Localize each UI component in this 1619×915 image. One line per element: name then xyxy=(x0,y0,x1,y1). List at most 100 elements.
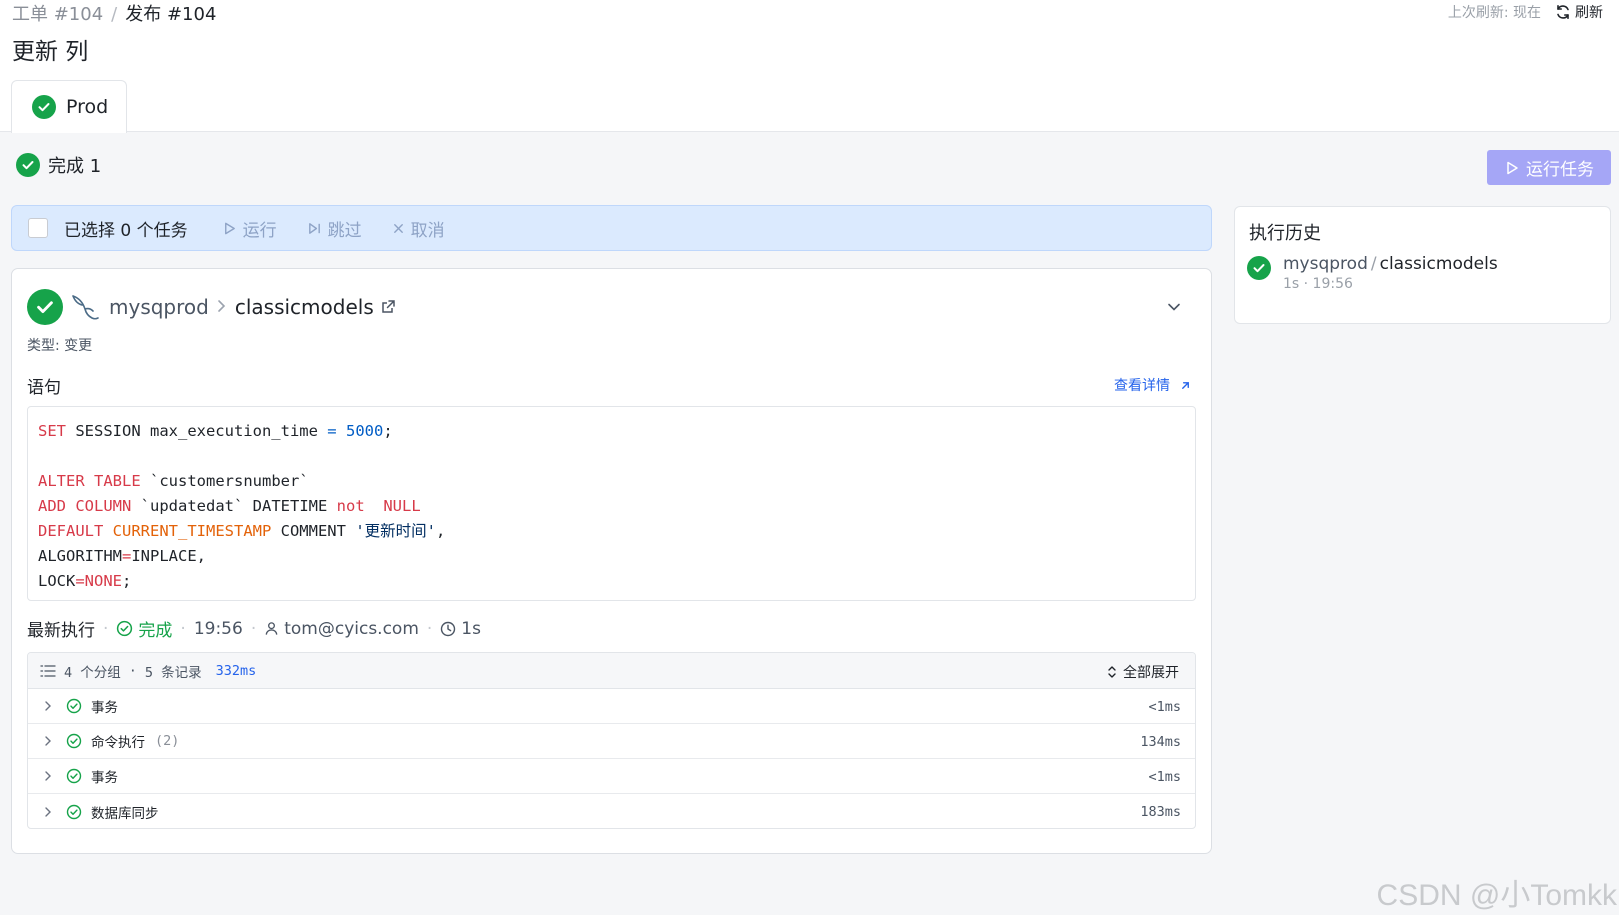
group-name: 事务 xyxy=(91,700,118,716)
groups-summary: 4 个分组 · 5 条记录 332ms 全部展开 xyxy=(28,653,1195,689)
latest-time: 19:56 xyxy=(193,618,243,639)
list-icon xyxy=(40,664,56,677)
run-selected-button[interactable]: 运行 xyxy=(222,216,277,241)
mysql-icon xyxy=(72,295,99,320)
group-name: 命令执行 xyxy=(91,735,145,751)
group-duration: 134ms xyxy=(1140,734,1181,750)
cancel-label: 取消 xyxy=(410,220,445,241)
group-duration: <1ms xyxy=(1148,699,1181,715)
sql-statement: SET SESSION max_execution_time = 5000; A… xyxy=(27,406,1196,601)
select-all-checkbox[interactable] xyxy=(28,218,48,238)
cancel-selected-button[interactable]: 取消 xyxy=(392,216,445,241)
latest-duration: 1s xyxy=(440,619,481,639)
check-circle-outline-icon xyxy=(66,768,82,784)
history-meta: 1s · 19:56 xyxy=(1283,276,1353,292)
chevron-right-icon xyxy=(45,736,51,746)
instance-link[interactable]: mysqprod xyxy=(109,295,209,319)
group-row[interactable]: 数据库同步 183ms xyxy=(28,794,1195,828)
execution-groups: 4 个分组 · 5 条记录 332ms 全部展开 事务 <1ms 命令执行 (2… xyxy=(27,652,1196,829)
collapse-toggle[interactable] xyxy=(1167,297,1181,316)
check-circle-outline-icon xyxy=(66,698,82,714)
clock-icon xyxy=(441,621,456,636)
check-circle-icon xyxy=(32,95,56,119)
refresh-icon xyxy=(1557,5,1569,19)
expand-all-button[interactable]: 全部展开 xyxy=(1107,662,1179,682)
selected-count: 已选择 0 个任务 xyxy=(64,220,188,241)
group-name: 数据库同步 xyxy=(91,805,159,822)
latest-user: tom@cyics.com xyxy=(264,619,419,639)
page-title: 更新 列 xyxy=(12,39,89,65)
task-card: mysqprod classicmodels 类型: 变更 语句 查看详情 SE… xyxy=(11,268,1212,854)
group-duration: 183ms xyxy=(1140,804,1181,820)
run-label: 运行 xyxy=(242,220,277,241)
view-detail-link[interactable]: 查看详情 xyxy=(1114,375,1191,395)
external-link-icon[interactable] xyxy=(380,299,396,315)
watermark: CSDN @小Tomkk xyxy=(1376,879,1617,912)
history-item[interactable]: mysqprod / classicmodels 1s · 19:56 xyxy=(1247,254,1498,292)
task-type: 类型: 变更 xyxy=(27,338,93,354)
check-circle-outline-icon xyxy=(66,804,82,819)
expand-all-label: 全部展开 xyxy=(1123,665,1179,681)
total-duration: 332ms xyxy=(215,662,257,679)
check-circle-outline-icon xyxy=(66,733,82,749)
tab-label: Prod xyxy=(66,96,109,118)
check-circle-icon xyxy=(16,153,40,177)
history-database: classicmodels xyxy=(1379,254,1498,274)
history-separator: / xyxy=(1370,254,1377,274)
records-count: 5 条记录 xyxy=(144,664,202,681)
run-task-button[interactable]: 运行任务 xyxy=(1487,150,1611,185)
top-header: 工单 #104 / 发布 #104 上次刷新: 现在 刷新 更新 列 Prod xyxy=(0,0,1619,133)
play-icon xyxy=(1507,161,1518,174)
stage-status: 完成 1 xyxy=(16,152,101,178)
latest-execution: 最新执行 · 完成 · 19:56 · tom@cyics.com · 1s xyxy=(27,616,481,642)
group-row[interactable]: 事务 <1ms xyxy=(28,759,1195,794)
group-count: (2) xyxy=(155,733,180,749)
user-icon xyxy=(265,622,278,635)
refresh-area: 上次刷新: 现在 刷新 xyxy=(1448,2,1603,22)
latest-status: 完成 xyxy=(116,616,172,641)
chevron-right-icon xyxy=(217,297,227,318)
stage-status-label: 完成 1 xyxy=(48,156,102,177)
breadcrumb: 工单 #104 / 发布 #104 xyxy=(12,0,216,26)
check-circle-icon xyxy=(1247,256,1271,280)
close-icon xyxy=(393,223,403,233)
skip-label: 跳过 xyxy=(327,220,362,241)
history-title: 执行历史 xyxy=(1249,223,1321,244)
view-detail-label: 查看详情 xyxy=(1114,378,1170,394)
skip-selected-button[interactable]: 跳过 xyxy=(307,216,362,241)
execution-history: 执行历史 mysqprod / classicmodels 1s · 19:56 xyxy=(1234,206,1611,324)
skip-icon xyxy=(308,222,320,234)
last-refresh-text: 上次刷新: 现在 xyxy=(1447,5,1541,21)
history-instance: mysqprod xyxy=(1283,254,1368,274)
unfold-icon xyxy=(1108,666,1116,678)
group-name: 事务 xyxy=(91,770,118,786)
run-task-label: 运行任务 xyxy=(1526,160,1594,180)
task-header: mysqprod classicmodels xyxy=(27,289,396,325)
chevron-right-icon xyxy=(45,701,51,711)
statement-label: 语句 xyxy=(27,378,61,398)
check-circle-icon xyxy=(27,289,63,325)
latest-status-label: 完成 xyxy=(138,621,173,641)
selection-bar: 已选择 0 个任务 运行 跳过 取消 xyxy=(11,205,1212,251)
refresh-button[interactable]: 刷新 xyxy=(1555,2,1603,22)
tab-prod[interactable]: Prod xyxy=(11,80,127,133)
refresh-label: 刷新 xyxy=(1575,5,1603,21)
latest-duration-value: 1s xyxy=(461,618,481,639)
chevron-down-icon xyxy=(1168,303,1180,311)
arrow-up-right-icon xyxy=(1182,381,1189,389)
group-row[interactable]: 命令执行 (2) 134ms xyxy=(28,724,1195,759)
check-circle-outline-icon xyxy=(117,620,133,637)
history-path: mysqprod / classicmodels xyxy=(1283,254,1498,274)
chevron-right-icon xyxy=(45,806,51,817)
groups-count: 4 个分组 xyxy=(64,664,121,681)
latest-label: 最新执行 xyxy=(27,621,95,641)
breadcrumb-ticket[interactable]: 工单 #104 xyxy=(12,4,103,25)
group-row[interactable]: 事务 <1ms xyxy=(28,689,1195,724)
chevron-right-icon xyxy=(45,771,51,781)
play-icon xyxy=(224,222,235,234)
breadcrumb-release: 发布 #104 xyxy=(125,4,217,25)
database-link[interactable]: classicmodels xyxy=(235,295,374,319)
latest-user-email: tom@cyics.com xyxy=(284,618,419,639)
group-duration: <1ms xyxy=(1148,769,1181,785)
breadcrumb-separator: / xyxy=(111,4,118,25)
